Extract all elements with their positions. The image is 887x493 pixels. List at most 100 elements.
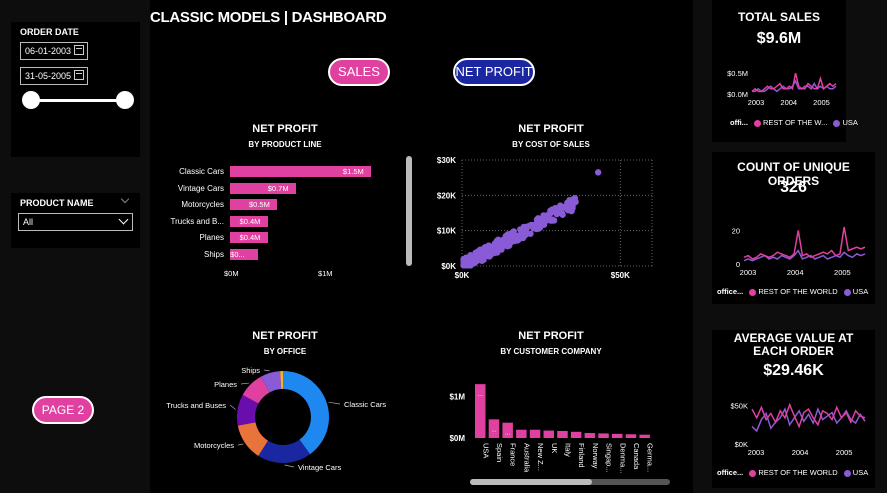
bar[interactable] (625, 434, 637, 438)
x-tick-label: Finland (577, 443, 586, 468)
scatter-point[interactable] (571, 194, 579, 202)
usa-line[interactable] (743, 249, 866, 262)
y-tick-label: $0K (441, 262, 456, 271)
scatter-point[interactable] (471, 259, 478, 267)
scatter-point[interactable] (499, 236, 507, 244)
chart-title: NET PROFIT (252, 330, 318, 342)
x-tick-label: 2004 (792, 448, 809, 457)
bar[interactable] (557, 430, 568, 438)
chart-subtitle: BY PRODUCT LINE (248, 140, 322, 149)
scrollbar-thumb[interactable] (406, 156, 412, 266)
x-tick-label: 2003 (740, 268, 757, 277)
chevron-down-icon[interactable] (120, 194, 130, 204)
end-date-value: 31-05-2005 (25, 71, 72, 81)
y-tick-label: $1M (449, 393, 465, 402)
chart-subtitle: BY COST OF SALES (512, 140, 590, 149)
start-date-field[interactable]: 06-01-2003 (20, 42, 88, 60)
x-tick-label: Australia (522, 443, 531, 473)
page-2-button[interactable]: PAGE 2 (32, 396, 94, 424)
y-tick-label: $30K (437, 156, 456, 165)
cost-of-sales-scatter-chart: $30K $20K $10K $0K$0K $50K (437, 156, 653, 280)
calendar-icon[interactable] (74, 45, 84, 55)
end-date-field[interactable]: 31-05-2005 (20, 67, 88, 85)
x-tick-label: $50K (611, 271, 630, 280)
calendar-icon[interactable] (74, 70, 84, 80)
x-tick-label: 2005 (836, 448, 853, 457)
bar[interactable] (598, 433, 609, 438)
donut-slice[interactable] (283, 371, 329, 455)
rest-of-world-line[interactable] (751, 73, 837, 93)
bar[interactable] (639, 434, 650, 438)
legend-dot-rest (749, 469, 757, 477)
product-name-panel: PRODUCT NAME All (11, 193, 140, 248)
x-tick-label: $0M (224, 269, 239, 278)
bar-category-label: Planes (199, 233, 224, 242)
legend-rest: REST OF THE WORLD (758, 287, 838, 296)
bar[interactable] (516, 429, 527, 438)
x-tick-label: 2004 (780, 98, 797, 107)
leader-line (328, 401, 341, 405)
y-tick-label: $0K (735, 440, 748, 449)
scatter-point[interactable] (533, 216, 541, 223)
kpi-legend: office... REST OF THE WORLD USA (717, 287, 868, 296)
bar[interactable] (543, 430, 555, 438)
scatter-point[interactable] (478, 253, 486, 261)
scatter-point[interactable] (594, 169, 602, 176)
product-name-selected: All (23, 217, 34, 227)
scatter-point[interactable] (464, 261, 472, 268)
leader-line (237, 443, 244, 446)
bar[interactable] (612, 433, 623, 438)
legend-rest: REST OF THE W... (763, 118, 828, 127)
bar-data-label: $1.5M (342, 167, 364, 176)
x-tick-label: 2003 (748, 98, 765, 107)
x-tick-label: USA (481, 443, 490, 458)
scatter-point[interactable] (506, 238, 514, 245)
y-tick-label: $20K (437, 191, 456, 200)
kpi-legend: offi... REST OF THE W... USA (730, 118, 858, 127)
main-panel: CLASSIC MODELS | DASHBOARD SALES NET PRO… (150, 0, 693, 493)
office-donut-chart: Classic Cars Vintage Cars Motorcycles Truck… (166, 366, 386, 472)
scatter-point[interactable] (481, 247, 489, 254)
bar[interactable] (570, 431, 582, 438)
kpi-title: TOTAL SALES (737, 10, 820, 24)
y-tick-label: $50K (730, 402, 748, 411)
horizontal-scrollbar-thumb[interactable] (470, 479, 592, 485)
legend-dot-usa (843, 469, 851, 477)
scatter-point[interactable] (541, 218, 549, 225)
unique-orders-line-chart: 2002003 2004 2005 (732, 226, 866, 277)
scatter-point[interactable] (522, 229, 530, 237)
bar[interactable] (584, 433, 596, 438)
scatter-point[interactable] (549, 217, 556, 224)
scatter-point[interactable] (513, 236, 521, 244)
scatter-point[interactable] (556, 206, 563, 213)
legend-dot-usa (843, 288, 851, 296)
bar-data-label: ... (505, 431, 510, 437)
legend-rest: REST OF THE WORLD (758, 468, 838, 477)
donut-label: Trucks and Buses (166, 401, 226, 410)
sales-toggle-button[interactable]: SALES (328, 58, 390, 86)
scatter-point[interactable] (568, 207, 575, 215)
kpi-title: AVERAGE VALUE AT EACH ORDER (733, 331, 854, 358)
donut-label: Motorcycles (194, 441, 234, 450)
date-slider-track[interactable] (31, 99, 125, 102)
x-tick-label: $1M (317, 269, 333, 278)
leader-line (284, 464, 295, 468)
scatter-point[interactable] (544, 212, 551, 219)
product-name-dropdown[interactable]: All (18, 213, 133, 231)
avg-order-kpi-card: AVERAGE VALUE AT EACH ORDER $29.46K $50K… (712, 330, 875, 488)
leader-line (240, 382, 250, 385)
scatter-point[interactable] (506, 232, 513, 239)
total-sales-line-chart: $0.5M $0.0M2003 2004 2005 (727, 69, 837, 107)
x-tick-label: 2005 (813, 98, 830, 107)
legend-prefix: office... (717, 468, 744, 477)
scatter-point[interactable] (535, 223, 543, 230)
usa-line[interactable] (751, 407, 866, 433)
product-name-label: PRODUCT NAME (20, 198, 94, 208)
scatter-point[interactable] (527, 222, 534, 229)
bar-category-label: Trucks and B... (170, 216, 225, 226)
order-date-label: ORDER DATE (20, 27, 79, 37)
date-slider-end-handle[interactable] (116, 91, 134, 109)
net-profit-toggle-button[interactable]: NET PROFIT (453, 58, 535, 86)
bar[interactable] (529, 429, 541, 438)
date-slider-start-handle[interactable] (22, 91, 40, 109)
